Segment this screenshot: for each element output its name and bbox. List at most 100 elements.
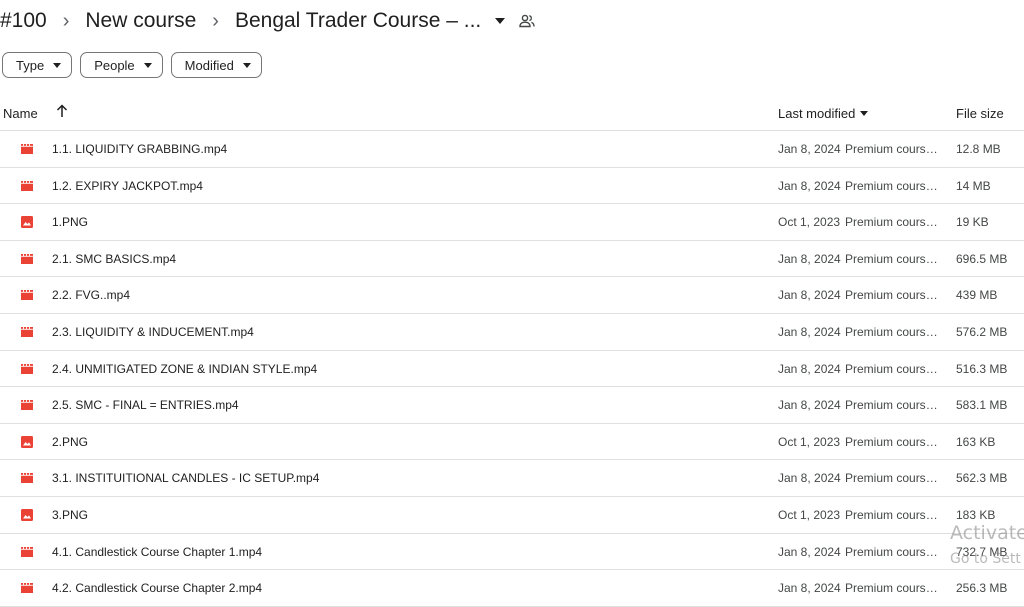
file-size: 12.8 MB [956, 142, 1001, 156]
file-name: 1.PNG [52, 215, 89, 230]
file-name: 2.5. SMC - FINAL = ENTRIES.mp4 [52, 398, 239, 413]
filter-chips: Type People Modified [2, 52, 262, 78]
modified-by: Premium course... [845, 142, 941, 156]
modified-filter-chip[interactable]: Modified [170, 52, 262, 78]
file-name: 2.1. SMC BASICS.mp4 [52, 251, 177, 266]
people-filter-label: People [94, 57, 135, 73]
file-size: 19 KB [956, 215, 989, 230]
file-row[interactable]: 4.2. Candlestick Course Chapter 2.mp4 Jan… [0, 570, 1024, 607]
modified-by: Premium course... [845, 507, 941, 522]
image-file-icon [20, 435, 34, 449]
file-size-column-header[interactable]: File size [956, 106, 1004, 121]
file-list-header: Name Last modified File size [0, 95, 1024, 131]
file-row[interactable]: 1.1. LIQUIDITY GRABBING.mp4 Jan 8, 2024 Pr… [0, 131, 1024, 168]
file-name: 4.1. Candlestick Course Chapter 1.mp4 [52, 544, 263, 559]
sort-menu-caret-icon [860, 111, 869, 116]
modified-by: Premium course... [845, 398, 941, 413]
file-size: 183 KB [956, 507, 996, 522]
video-file-icon [20, 545, 34, 559]
shared-folder-icon[interactable] [519, 14, 535, 28]
modified-date: Oct 1, 2023 [778, 434, 841, 449]
video-file-icon [20, 398, 34, 412]
file-size: 256.3 MB [956, 581, 1008, 596]
breadcrumb-item-current-folder[interactable]: Bengal Trader Course – ... [235, 9, 481, 33]
modified-date: Jan 8, 2024 [778, 544, 841, 559]
file-row[interactable]: 4.1. Candlestick Course Chapter 1.mp4 Jan… [0, 534, 1024, 571]
file-size: 583.1 MB [956, 398, 1008, 413]
file-size: 14 MB [956, 178, 991, 193]
file-row[interactable]: 2.1. SMC BASICS.mp4 Jan 8, 2024 Premium co… [0, 241, 1024, 278]
file-row[interactable]: 1.PNG Oct 1, 2023 Premium course... 19 KB [0, 204, 1024, 241]
file-name: 2.2. FVG..mp4 [52, 288, 131, 303]
file-name: 4.2. Candlestick Course Chapter 2.mp4 [52, 581, 263, 596]
video-file-icon [20, 471, 34, 485]
file-row[interactable]: 2.4. UNMITIGATED ZONE & INDIAN STYLE.mp4… [0, 351, 1024, 388]
file-size: 163 KB [956, 434, 996, 449]
modified-date: Oct 1, 2023 [778, 215, 841, 230]
video-file-icon [20, 581, 34, 595]
file-name: 2.4. UNMITIGATED ZONE & INDIAN STYLE.mp4 [52, 361, 318, 376]
modified-by: Premium course... [845, 581, 941, 596]
file-row[interactable]: 2.3. LIQUIDITY & INDUCEMENT.mp4 Jan 8, 20… [0, 314, 1024, 351]
sort-ascending-arrow-icon[interactable] [56, 104, 68, 121]
modified-by: Premium course... [845, 324, 941, 339]
file-size: 732.7 MB [956, 544, 1008, 559]
breadcrumb-separator: › [62, 9, 70, 32]
file-row[interactable]: 2.2. FVG..mp4 Jan 8, 2024 Premium course..… [0, 277, 1024, 314]
last-modified-header-label: Last modified [778, 106, 856, 121]
breadcrumb-item-root[interactable]: #100 [0, 9, 47, 33]
video-file-icon [20, 288, 34, 302]
file-row[interactable]: 2.5. SMC - FINAL = ENTRIES.mp4 Jan 8, 202… [0, 387, 1024, 424]
modified-date: Jan 8, 2024 [778, 324, 841, 339]
file-name: 1.1. LIQUIDITY GRABBING.mp4 [52, 142, 228, 156]
image-file-icon [20, 215, 34, 229]
breadcrumb-item-new-course[interactable]: New course [85, 9, 196, 33]
file-size: 562.3 MB [956, 471, 1008, 486]
modified-by: Premium course... [845, 544, 941, 559]
modified-date: Jan 8, 2024 [778, 142, 841, 156]
type-filter-chip[interactable]: Type [2, 52, 73, 78]
file-row[interactable]: 2.PNG Oct 1, 2023 Premium course... 163 KB [0, 424, 1024, 461]
file-size: 576.2 MB [956, 324, 1008, 339]
file-name: 2.PNG [52, 434, 89, 449]
video-file-icon [20, 142, 34, 156]
file-size: 516.3 MB [956, 361, 1008, 376]
type-filter-label: Type [16, 57, 45, 73]
breadcrumb: #100 › New course › Bengal Trader Course… [0, 6, 535, 36]
file-size: 439 MB [956, 288, 998, 303]
modified-date: Jan 8, 2024 [778, 361, 841, 376]
file-size: 696.5 MB [956, 251, 1008, 266]
modified-date: Jan 8, 2024 [778, 398, 841, 413]
file-name: 1.2. EXPIRY JACKPOT.mp4 [52, 178, 203, 193]
file-name: 3.PNG [52, 507, 89, 522]
modified-filter-label: Modified [184, 57, 234, 73]
folder-menu-caret-icon[interactable] [495, 18, 506, 24]
modified-by: Premium course... [845, 288, 941, 303]
modified-by: Premium course... [845, 178, 941, 193]
modified-date: Jan 8, 2024 [778, 178, 841, 193]
modified-date: Jan 8, 2024 [778, 288, 841, 303]
breadcrumb-separator: › [212, 9, 219, 32]
modified-date: Jan 8, 2024 [778, 581, 841, 596]
modified-date: Oct 1, 2023 [778, 507, 841, 522]
file-list: 1.1. LIQUIDITY GRABBING.mp4 Jan 8, 2024 Pr… [0, 131, 1024, 607]
file-name: 2.3. LIQUIDITY & INDUCEMENT.mp4 [52, 324, 254, 339]
modified-date: Jan 8, 2024 [778, 251, 841, 266]
modified-date: Jan 8, 2024 [778, 471, 841, 486]
file-name: 3.1. INSTITUITIONAL CANDLES - IC SETUP.m… [52, 471, 320, 486]
video-file-icon [20, 252, 34, 266]
chevron-down-icon [143, 62, 152, 68]
file-row[interactable]: 3.PNG Oct 1, 2023 Premium course... 183 KB [0, 497, 1024, 534]
modified-by: Premium course... [845, 471, 941, 486]
chevron-down-icon [53, 62, 62, 68]
video-file-icon [20, 325, 34, 339]
video-file-icon [20, 179, 34, 193]
image-file-icon [20, 508, 34, 522]
name-column-header[interactable]: Name [3, 106, 38, 121]
modified-by: Premium course... [845, 434, 941, 449]
people-filter-chip[interactable]: People [80, 52, 163, 78]
video-file-icon [20, 362, 34, 376]
file-row[interactable]: 1.2. EXPIRY JACKPOT.mp4 Jan 8, 2024 Premiu… [0, 168, 1024, 205]
file-row[interactable]: 3.1. INSTITUITIONAL CANDLES - IC SETUP.m… [0, 460, 1024, 497]
last-modified-column-header[interactable]: Last modified [778, 106, 869, 121]
